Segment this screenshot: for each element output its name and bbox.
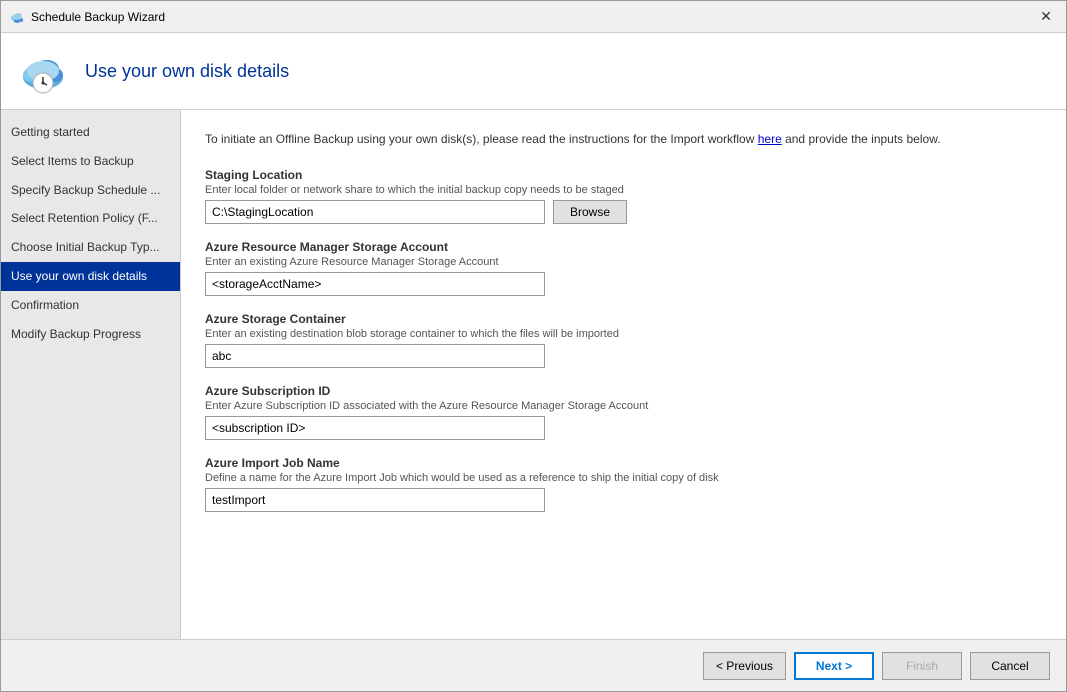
next-button[interactable]: Next > (794, 652, 874, 680)
footer-section: < Previous Next > Finish Cancel (1, 639, 1066, 691)
intro-text: To initiate an Offline Backup using your… (205, 130, 1042, 148)
subscription-id-input[interactable] (205, 416, 545, 440)
staging-location-input[interactable] (205, 200, 545, 224)
intro-before-link: To initiate an Offline Backup using your… (205, 132, 758, 146)
field-row-staging: Browse (205, 200, 1042, 224)
header-section: Use your own disk details (1, 33, 1066, 110)
field-storage-account: Azure Resource Manager Storage Account E… (205, 240, 1042, 296)
sidebar-item-own-disk[interactable]: Use your own disk details (1, 262, 180, 291)
window-title: Schedule Backup Wizard (31, 10, 165, 24)
previous-button[interactable]: < Previous (703, 652, 786, 680)
sidebar: Getting started Select Items to Backup S… (1, 110, 181, 639)
field-label-staging: Staging Location (205, 168, 1042, 182)
header-title: Use your own disk details (85, 61, 289, 82)
storage-container-input[interactable] (205, 344, 545, 368)
finish-button[interactable]: Finish (882, 652, 962, 680)
sidebar-item-select-items[interactable]: Select Items to Backup (1, 147, 180, 176)
field-label-storage-account: Azure Resource Manager Storage Account (205, 240, 1042, 254)
browse-button[interactable]: Browse (553, 200, 627, 224)
storage-account-input[interactable] (205, 272, 545, 296)
sidebar-item-confirmation[interactable]: Confirmation (1, 291, 180, 320)
field-row-storage-container (205, 344, 1042, 368)
header-icon (17, 45, 69, 97)
wizard-window: Schedule Backup Wizard ✕ Use your own di… (0, 0, 1067, 692)
wizard-body: Getting started Select Items to Backup S… (1, 110, 1066, 639)
sidebar-item-retention-policy[interactable]: Select Retention Policy (F... (1, 204, 180, 233)
field-label-import-job: Azure Import Job Name (205, 456, 1042, 470)
field-import-job-name: Azure Import Job Name Define a name for … (205, 456, 1042, 512)
field-row-subscription-id (205, 416, 1042, 440)
field-sublabel-subscription-id: Enter Azure Subscription ID associated w… (205, 400, 1042, 412)
field-sublabel-storage-container: Enter an existing destination blob stora… (205, 328, 1042, 340)
content-area: To initiate an Offline Backup using your… (181, 110, 1066, 639)
title-bar: Schedule Backup Wizard ✕ (1, 1, 1066, 33)
here-link[interactable]: here (758, 132, 782, 146)
title-bar-left: Schedule Backup Wizard (9, 9, 165, 25)
sidebar-item-modify-backup[interactable]: Modify Backup Progress (1, 320, 180, 349)
sidebar-item-backup-schedule[interactable]: Specify Backup Schedule ... (1, 176, 180, 205)
intro-after-link: and provide the inputs below. (782, 132, 941, 146)
field-subscription-id: Azure Subscription ID Enter Azure Subscr… (205, 384, 1042, 440)
window-icon (9, 9, 25, 25)
field-label-subscription-id: Azure Subscription ID (205, 384, 1042, 398)
field-row-import-job (205, 488, 1042, 512)
sidebar-item-getting-started[interactable]: Getting started (1, 118, 180, 147)
field-sublabel-storage-account: Enter an existing Azure Resource Manager… (205, 256, 1042, 268)
field-label-storage-container: Azure Storage Container (205, 312, 1042, 326)
import-job-name-input[interactable] (205, 488, 545, 512)
field-sublabel-staging: Enter local folder or network share to w… (205, 184, 1042, 196)
field-staging-location: Staging Location Enter local folder or n… (205, 168, 1042, 224)
field-storage-container: Azure Storage Container Enter an existin… (205, 312, 1042, 368)
field-row-storage-account (205, 272, 1042, 296)
close-button[interactable]: ✕ (1034, 5, 1058, 29)
field-sublabel-import-job: Define a name for the Azure Import Job w… (205, 472, 1042, 484)
sidebar-item-initial-backup[interactable]: Choose Initial Backup Typ... (1, 233, 180, 262)
cancel-button[interactable]: Cancel (970, 652, 1050, 680)
